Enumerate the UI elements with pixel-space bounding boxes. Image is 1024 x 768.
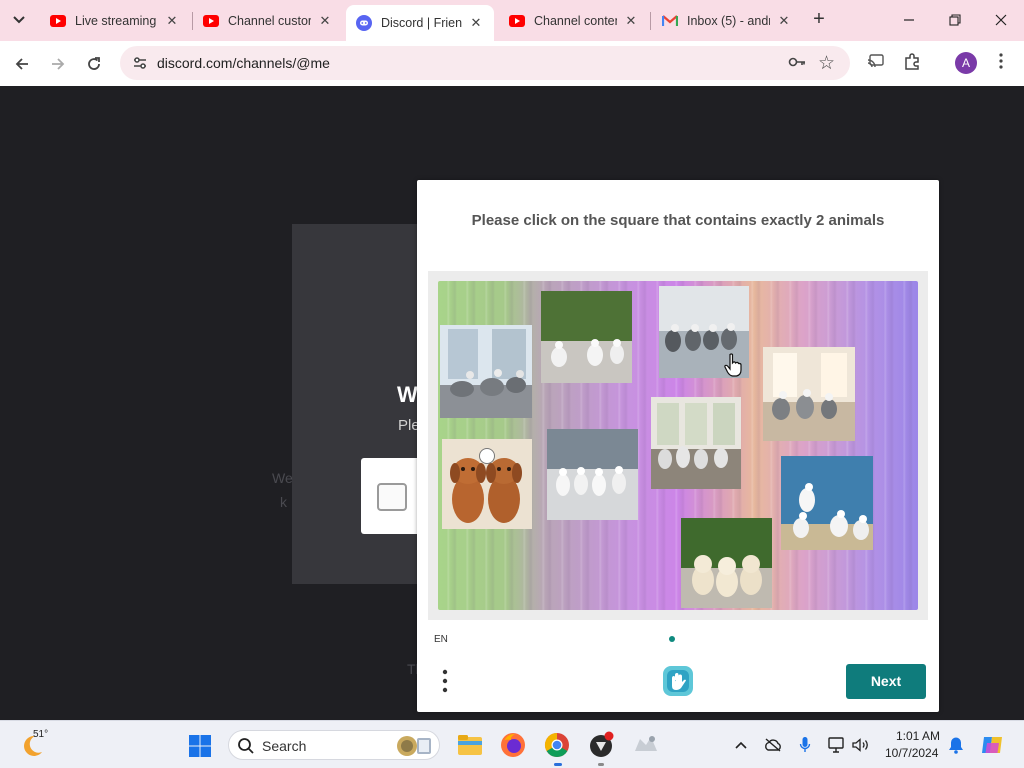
arrow-left-icon (15, 58, 28, 70)
menu-dots-icon[interactable] (439, 668, 451, 694)
restore-icon (949, 14, 961, 26)
tab-divider (650, 12, 651, 30)
captcha-prompt: Please click on the square that contains… (471, 212, 885, 229)
tab-gmail-inbox[interactable]: Inbox (5) - andr ✕ (652, 5, 802, 36)
firefox-icon[interactable] (499, 731, 527, 759)
captcha-tile-seagulls[interactable] (547, 429, 638, 520)
background-faint-text: We (272, 470, 293, 486)
captcha-tile-seagulls[interactable] (763, 347, 855, 441)
address-bar[interactable]: discord.com/channels/@me ☆ (120, 46, 850, 80)
tab-discord[interactable]: Discord | Frienc ✕ (346, 5, 494, 41)
minimize-button[interactable] (897, 8, 921, 32)
close-icon[interactable]: ✕ (468, 15, 484, 31)
restore-button[interactable] (943, 8, 967, 32)
tab-search-button[interactable] (8, 9, 30, 31)
volume-icon[interactable] (851, 735, 871, 755)
taskbar: 51° Search 1:01 AM 10/7/2024 (0, 720, 1024, 768)
close-icon (995, 14, 1007, 26)
language-selector[interactable]: EN (434, 634, 448, 645)
new-tab-button[interactable]: + (808, 9, 830, 31)
tab-title: Live streaming (75, 13, 157, 28)
active-app-indicator (554, 763, 562, 766)
chrome-icon[interactable] (543, 731, 571, 759)
browser-toolbar: discord.com/channels/@me ☆ (0, 41, 1024, 86)
selection-marker-icon (479, 448, 495, 464)
kebab-menu-icon[interactable] (990, 53, 1012, 75)
running-app-indicator (598, 763, 604, 766)
notification-bell-icon[interactable] (946, 735, 966, 755)
show-hidden-icons-chevron-icon[interactable] (731, 735, 751, 755)
close-icon[interactable]: ✕ (623, 13, 639, 29)
tab-channel-content[interactable]: Channel conten ✕ (499, 5, 649, 36)
clock-time: 1:01 AM (896, 729, 941, 743)
hcaptcha-logo-icon (663, 666, 693, 696)
tab-title: Channel custor (228, 13, 311, 28)
gmail-icon (662, 13, 678, 29)
windows-start-icon[interactable] (188, 734, 212, 758)
cast-icon[interactable] (865, 53, 887, 75)
chevron-down-icon (13, 16, 25, 24)
microphone-icon[interactable] (795, 735, 815, 755)
close-icon[interactable]: ✕ (317, 13, 333, 29)
password-key-icon[interactable] (788, 55, 806, 73)
progress-dot (669, 636, 675, 642)
copilot-icon[interactable] (980, 733, 1004, 757)
captcha-tile-puppies[interactable] (681, 518, 772, 608)
clock-date: 10/7/2024 (885, 746, 939, 760)
captcha-tile-seagulls[interactable] (440, 325, 532, 418)
file-explorer-icon[interactable] (456, 731, 484, 759)
tab-title: Discord | Frienc (381, 16, 462, 30)
tab-strip: Live streaming ✕ Channel custor ✕ Discor… (0, 0, 1024, 41)
network-monitor-icon[interactable] (827, 735, 847, 755)
weather-temperature: 51° (33, 729, 49, 740)
discord-icon (356, 15, 372, 31)
cloud-offline-icon[interactable] (763, 735, 783, 755)
reload-icon (88, 57, 100, 70)
hand-cursor-icon (724, 353, 742, 377)
background-heading: W (397, 382, 418, 407)
tab-channel-customization[interactable]: Channel custor ✕ (193, 5, 343, 36)
captcha-checkbox[interactable] (377, 483, 407, 511)
close-icon[interactable]: ✕ (164, 13, 180, 29)
close-window-button[interactable] (989, 8, 1013, 32)
youtube-icon (50, 13, 66, 29)
captcha-image-frame (428, 271, 928, 620)
captcha-canvas[interactable] (438, 281, 918, 610)
bookmark-star-icon[interactable]: ☆ (818, 52, 835, 75)
search-highlight-icon (397, 736, 431, 756)
profile-avatar[interactable]: A (955, 52, 977, 74)
youtube-icon (203, 13, 219, 29)
search-icon (238, 738, 254, 754)
site-settings-icon[interactable] (132, 55, 148, 71)
tab-live-streaming[interactable]: Live streaming ✕ (40, 5, 190, 36)
captcha-tile-seagulls[interactable] (541, 291, 632, 383)
next-button[interactable]: Next (846, 664, 926, 699)
search-label: Search (262, 738, 307, 754)
arrow-right-icon (52, 58, 65, 70)
youtube-icon (509, 13, 525, 29)
media-app-icon[interactable] (632, 731, 660, 759)
extensions-puzzle-icon[interactable] (901, 53, 923, 75)
close-icon[interactable]: ✕ (776, 13, 792, 29)
forward-button[interactable] (45, 51, 71, 77)
captcha-tile-seagulls[interactable] (781, 456, 873, 550)
tab-title: Inbox (5) - andr (687, 13, 770, 28)
url-text: discord.com/channels/@me (157, 55, 330, 71)
recording-app-icon[interactable] (587, 731, 615, 759)
back-button[interactable] (9, 51, 35, 77)
captcha-challenge: Please click on the square that contains… (417, 180, 939, 712)
minimize-icon (904, 19, 914, 21)
tab-title: Channel conten (534, 13, 617, 28)
reload-button[interactable] (81, 51, 107, 77)
background-faint-text: k (280, 494, 287, 510)
captcha-tile-seagulls[interactable] (651, 397, 741, 489)
taskbar-search[interactable]: Search (228, 730, 440, 760)
